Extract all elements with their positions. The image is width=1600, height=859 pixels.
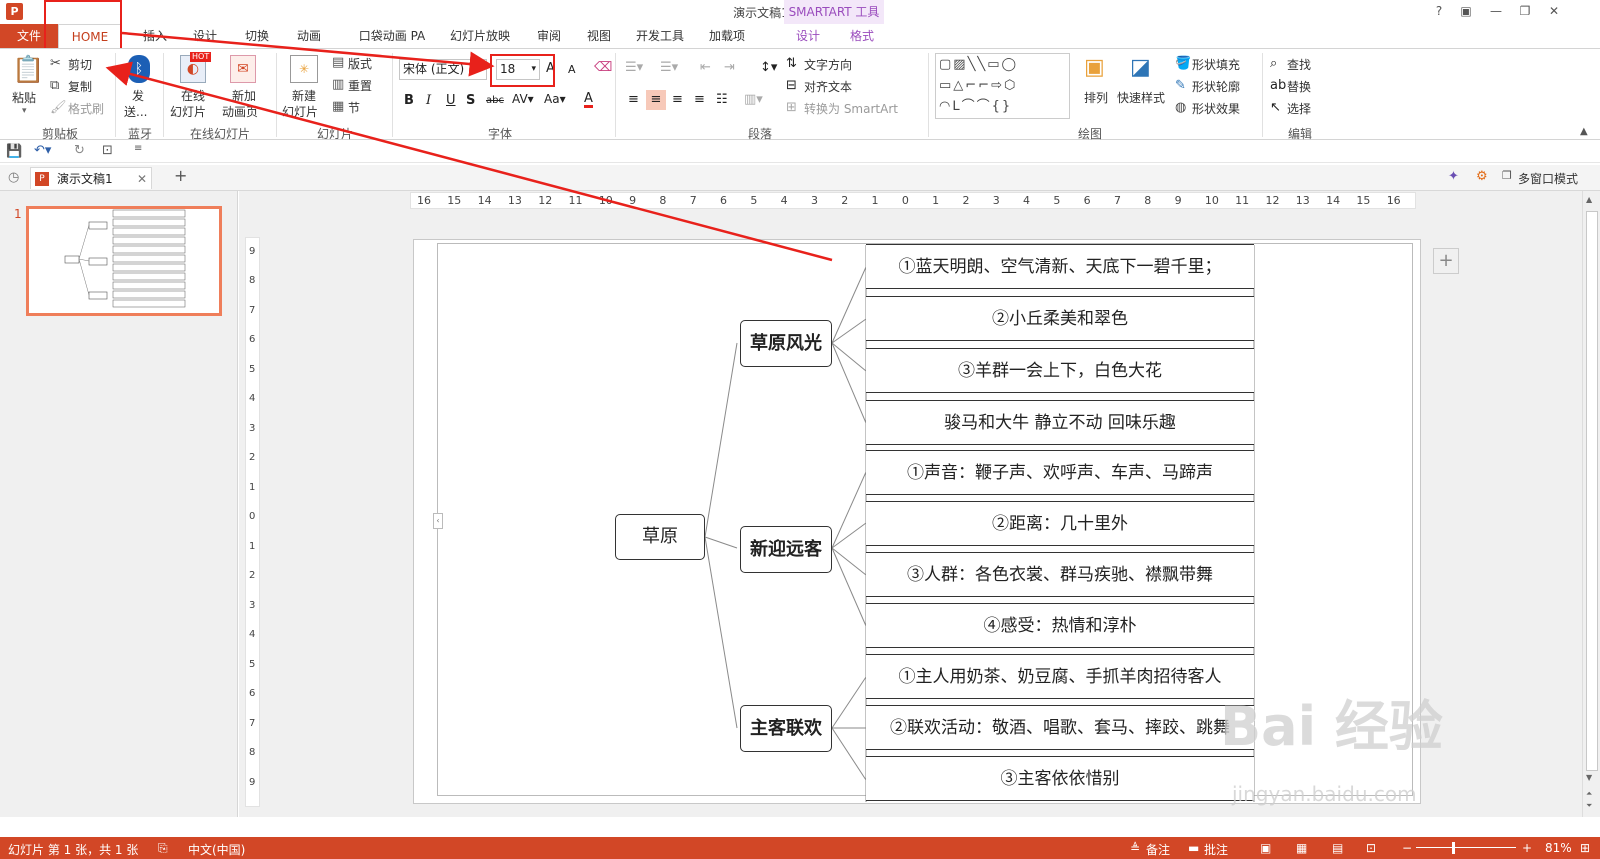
prev-slide-icon[interactable]: ⏶ <box>1586 789 1592 799</box>
scroll-thumb[interactable] <box>1586 211 1598 771</box>
zoom-level[interactable]: 81% <box>1545 841 1572 855</box>
notes-icon: ≜ <box>1130 841 1141 855</box>
scroll-down-icon[interactable]: ▼ <box>1586 773 1592 782</box>
comments-button[interactable]: 批注 <box>1204 841 1228 858</box>
slide-count-status: 幻灯片 第 1 张，共 1 张 <box>8 843 139 857</box>
arrow-text-to-clipboard <box>105 61 833 262</box>
next-slide-icon[interactable]: ⏷ <box>1586 801 1592 811</box>
status-bar: 幻灯片 第 1 张，共 1 张 ⎘ 中文(中国) ≜ 备注 ▬ 批注 ▣ ▦ ▤… <box>0 837 1600 859</box>
baidu-watermark-logo: Bai 经验 <box>1220 695 1443 758</box>
arrow-home-to-fontsize <box>121 31 495 77</box>
fit-slide-icon[interactable]: ⊞ <box>1580 841 1590 855</box>
notes-button[interactable]: 备注 <box>1146 841 1170 858</box>
baidu-watermark-url: jingyan.baidu.com <box>1232 782 1417 806</box>
normal-view-icon[interactable]: ▣ <box>1260 841 1271 855</box>
zoom-out-icon[interactable]: − <box>1402 841 1412 855</box>
slide-sorter-icon[interactable]: ▦ <box>1296 841 1307 855</box>
language-status[interactable]: 中文(中国) <box>188 841 245 858</box>
spelling-icon[interactable]: ⎘ <box>158 841 168 856</box>
zoom-in-icon[interactable]: + <box>1522 841 1532 855</box>
vertical-scrollbar[interactable]: ▲ ▼ ⏶ ⏷ <box>1582 191 1600 817</box>
zoom-slider-thumb[interactable] <box>1452 842 1455 854</box>
zoom-slider[interactable] <box>1416 847 1516 848</box>
slideshow-view-icon[interactable]: ⊡ <box>1366 841 1376 855</box>
reading-view-icon[interactable]: ▤ <box>1332 841 1343 855</box>
comments-icon: ▬ <box>1188 841 1200 855</box>
scroll-up-icon[interactable]: ▲ <box>1586 195 1592 204</box>
